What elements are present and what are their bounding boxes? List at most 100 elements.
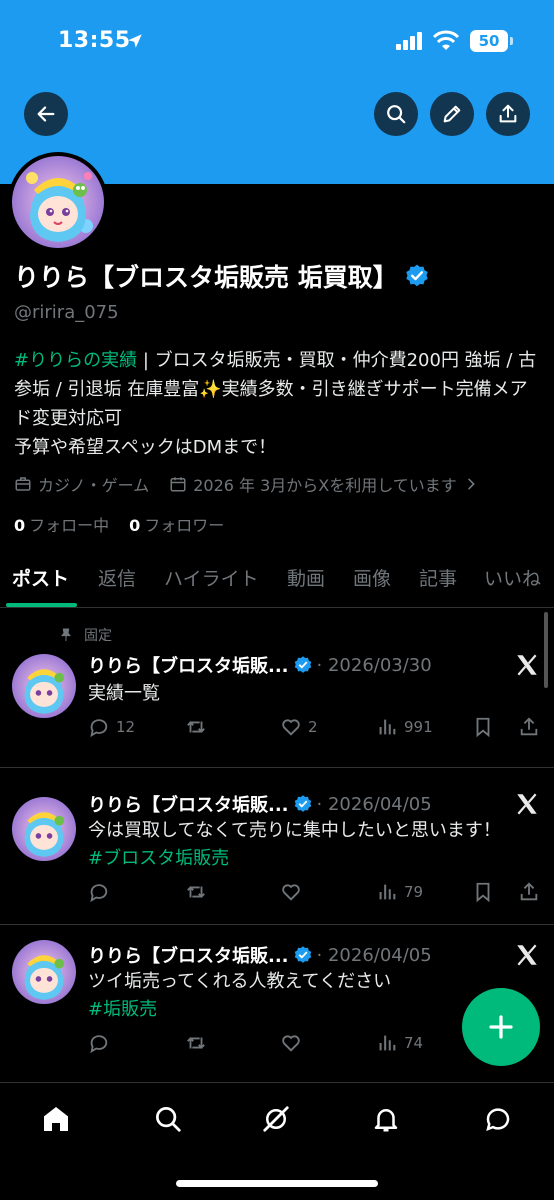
- search-icon: [156, 1107, 181, 1132]
- post-avatar[interactable]: [12, 940, 76, 1004]
- post-share-button[interactable]: [518, 881, 540, 903]
- like-button[interactable]: [280, 1032, 308, 1054]
- reply-icon: [90, 1035, 108, 1054]
- verified-badge-icon: [294, 656, 311, 673]
- battery-indicator: 50: [470, 30, 508, 52]
- x-logo-icon[interactable]: [514, 942, 540, 968]
- post-item[interactable]: りりら【ブロスタ垢販... · 2026/03/30 実績一覧 12 2 991: [0, 612, 554, 768]
- bookmark-button[interactable]: [472, 716, 494, 738]
- verified-badge-icon[interactable]: [404, 263, 430, 289]
- repost-button[interactable]: [184, 881, 214, 903]
- post-author[interactable]: りりら【ブロスタ垢販...: [88, 942, 289, 968]
- post-text: 今は買取してなくて売りに集中したいと思います！ #ブロスタ垢販売: [88, 817, 508, 873]
- profile-display-name: りりら【ブロスタ垢販売 垢買取】: [14, 263, 398, 292]
- bio-hashtag-link[interactable]: #りりらの実績: [14, 350, 137, 371]
- tab-replies[interactable]: 返信: [98, 564, 136, 591]
- views-button[interactable]: 74: [376, 1032, 423, 1054]
- repost-icon: [187, 1037, 205, 1049]
- plus-icon: [489, 1015, 513, 1039]
- post-avatar[interactable]: [12, 654, 76, 718]
- repost-icon: [187, 886, 205, 898]
- post-hashtag-link[interactable]: #ブロスタ垢販売: [88, 848, 229, 869]
- chat-bubble-icon: [486, 1108, 510, 1132]
- like-button[interactable]: 2: [280, 716, 318, 738]
- tab-images[interactable]: 画像: [353, 564, 391, 591]
- followers-link[interactable]: 0 フォロワー: [129, 512, 224, 536]
- tab-posts[interactable]: ポスト: [12, 564, 69, 591]
- views-button[interactable]: 79: [376, 881, 423, 903]
- verified-badge-icon: [294, 795, 311, 812]
- repost-icon: [187, 721, 205, 733]
- profile-avatar[interactable]: [8, 152, 108, 252]
- post-date[interactable]: · 2026/04/05: [317, 794, 432, 815]
- following-link[interactable]: 0 フォロー中: [14, 512, 109, 536]
- repost-button[interactable]: [184, 716, 214, 738]
- tab-likes[interactable]: いいね: [484, 564, 541, 591]
- compose-button[interactable]: [462, 988, 540, 1066]
- bell-icon: [374, 1109, 398, 1132]
- home-icon: [44, 1107, 68, 1131]
- post-hashtag-link[interactable]: #垢販売: [88, 999, 157, 1020]
- nav-grok[interactable]: [258, 1101, 294, 1137]
- reply-button[interactable]: 12: [88, 716, 135, 738]
- followers-count: 0: [129, 516, 141, 535]
- post-share-button[interactable]: [518, 716, 540, 738]
- view-count: 74: [404, 1034, 424, 1052]
- x-logo-icon[interactable]: [514, 791, 540, 817]
- nav-home[interactable]: [38, 1101, 74, 1137]
- profile-name-row: りりら【ブロスタ垢販売 垢買取】: [14, 258, 430, 294]
- edit-button[interactable]: [430, 92, 474, 136]
- status-bar: 13:55 50: [0, 26, 554, 60]
- tab-highlights[interactable]: ハイライト: [164, 564, 259, 591]
- profile-bio: #りりらの実績 | ブロスタ垢販売・買取・仲介費200円 強垢 / 古参垢 / …: [14, 346, 544, 462]
- reply-button[interactable]: [88, 881, 116, 903]
- post-author[interactable]: りりら【ブロスタ垢販...: [88, 791, 289, 817]
- active-tab-indicator: [6, 603, 77, 607]
- followers-label: フォロワー: [144, 516, 225, 535]
- status-time: 13:55: [58, 28, 131, 53]
- profile-category: カジノ・ゲーム: [38, 476, 150, 495]
- search-icon: [387, 105, 406, 124]
- chevron-right-icon: [467, 478, 475, 490]
- post-text-content: 実績一覧: [88, 683, 160, 704]
- verified-badge-icon: [294, 946, 311, 963]
- view-count: 991: [404, 718, 433, 736]
- like-count: 2: [308, 718, 318, 736]
- views-button[interactable]: 991: [376, 716, 433, 738]
- view-count: 79: [404, 883, 424, 901]
- post-text-content: ツイ垢売ってくれる人教えてください: [88, 971, 392, 992]
- reply-count: 12: [116, 718, 136, 736]
- post-author[interactable]: りりら【ブロスタ垢販...: [88, 652, 289, 678]
- briefcase-icon: [15, 477, 31, 491]
- share-button[interactable]: [486, 92, 530, 136]
- post-date[interactable]: · 2026/03/30: [317, 655, 432, 676]
- wifi-icon: [432, 30, 460, 50]
- bookmark-button[interactable]: [472, 881, 494, 903]
- nav-search[interactable]: [150, 1101, 186, 1137]
- post-avatar[interactable]: [12, 797, 76, 861]
- post-header: りりら【ブロスタ垢販... · 2026/03/30: [88, 652, 432, 678]
- post-item[interactable]: りりら【ブロスタ垢販... · 2026/04/05 今は買取してなくて売りに集…: [0, 769, 554, 925]
- pencil-icon: [443, 105, 461, 123]
- profile-joined-date[interactable]: 2026 年 3月からXを利用しています: [193, 472, 457, 496]
- avatar-image: [12, 156, 104, 248]
- post-actions: 79: [88, 881, 544, 909]
- repost-button[interactable]: [184, 1032, 214, 1054]
- profile-tabs: ポスト 返信 ハイライト 動画 画像 記事 いいね: [0, 560, 554, 608]
- post-date[interactable]: · 2026/04/05: [317, 945, 432, 966]
- share-icon: [520, 882, 538, 901]
- nav-messages[interactable]: [480, 1101, 516, 1137]
- tab-articles[interactable]: 記事: [419, 564, 457, 591]
- like-button[interactable]: [280, 881, 308, 903]
- grok-icon: [263, 1106, 289, 1132]
- x-logo-icon[interactable]: [514, 652, 540, 678]
- back-button[interactable]: [24, 92, 68, 136]
- post-text: 実績一覧: [88, 680, 508, 708]
- battery-cap: [510, 37, 513, 45]
- post-actions: 12 2 991: [88, 716, 544, 744]
- reply-button[interactable]: [88, 1032, 116, 1054]
- search-button[interactable]: [374, 92, 418, 136]
- tab-videos[interactable]: 動画: [287, 564, 325, 591]
- nav-notifications[interactable]: [368, 1101, 404, 1137]
- following-label: フォロー中: [29, 516, 110, 535]
